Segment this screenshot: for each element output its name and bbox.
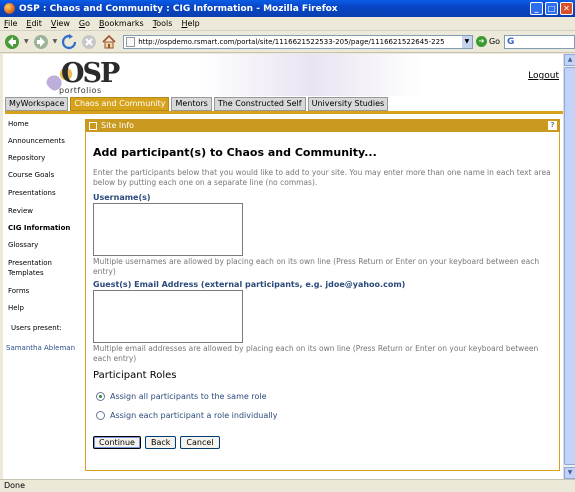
reset-icon[interactable] xyxy=(89,121,97,130)
logo-text: OSP xyxy=(61,58,120,89)
help-icon[interactable]: ? xyxy=(548,121,557,130)
tab-chaos-and-community[interactable]: Chaos and Community xyxy=(70,97,170,111)
menu-bookmarks[interactable]: Bookmarks xyxy=(99,19,144,28)
tab-underline xyxy=(5,111,563,114)
maximize-button[interactable]: □ xyxy=(545,2,558,15)
search-box[interactable]: G xyxy=(504,34,575,49)
tab-constructed-self[interactable]: The Constructed Self xyxy=(213,97,306,111)
site-tabs: MyWorkspace Chaos and Community Mentors … xyxy=(5,97,389,111)
tool-sidebar: Home Announcements Repository Course Goa… xyxy=(3,114,83,464)
back-history-icon[interactable]: ▼ xyxy=(24,38,29,45)
users-present-label: Users present: xyxy=(11,324,62,332)
cancel-button[interactable]: Cancel xyxy=(180,436,220,449)
page-icon xyxy=(126,36,136,47)
menu-file[interactable]: File xyxy=(4,19,17,28)
radio-same-role[interactable] xyxy=(96,392,105,401)
form-buttons: Continue Back Cancel xyxy=(93,436,220,449)
stop-icon[interactable] xyxy=(81,34,97,50)
back-icon[interactable] xyxy=(4,34,20,50)
site-header: OSP portfolios Logout xyxy=(3,54,563,96)
go-arrow-icon: ➜ xyxy=(475,36,487,47)
osp-logo: OSP portfolios xyxy=(45,58,140,96)
firefox-icon xyxy=(4,3,15,14)
role-option-same[interactable]: Assign all participants to the same role xyxy=(96,392,267,401)
usernames-textarea[interactable] xyxy=(93,203,243,256)
close-button[interactable]: ✕ xyxy=(560,2,573,15)
sidebar-item-course-goals[interactable]: Course Goals xyxy=(8,171,54,179)
continue-button[interactable]: Continue xyxy=(93,436,141,449)
present-user: Samantha Ableman xyxy=(6,344,76,352)
tab-mentors[interactable]: Mentors xyxy=(171,97,212,111)
menu-go[interactable]: Go xyxy=(79,19,90,28)
guest-email-textarea[interactable] xyxy=(93,290,243,343)
logout-link[interactable]: Logout xyxy=(528,71,559,81)
reload-icon[interactable] xyxy=(61,33,77,50)
window-titlebar: OSP : Chaos and Community : CIG Informat… xyxy=(0,0,575,17)
address-dropdown-icon[interactable]: ▼ xyxy=(461,35,472,48)
back-button[interactable]: Back xyxy=(144,436,177,449)
guest-email-label: Guest(s) Email Address (external partici… xyxy=(93,280,406,289)
vertical-scrollbar[interactable]: ▲ ▼ xyxy=(563,54,575,479)
web-page: OSP portfolios Logout MyWorkspace Chaos … xyxy=(3,54,569,479)
sidebar-item-templates[interactable]: Templates xyxy=(8,269,44,277)
home-icon[interactable] xyxy=(101,34,117,50)
sidebar-item-glossary[interactable]: Glossary xyxy=(8,241,38,249)
minimize-button[interactable]: _ xyxy=(530,2,543,15)
scroll-up-icon[interactable]: ▲ xyxy=(564,54,575,66)
sidebar-item-help[interactable]: Help xyxy=(8,304,24,312)
tab-university-studies[interactable]: University Studies xyxy=(307,97,389,111)
scroll-thumb[interactable] xyxy=(564,67,575,465)
scroll-down-icon[interactable]: ▼ xyxy=(564,467,575,479)
radio-individual-role[interactable] xyxy=(96,411,105,420)
forward-icon[interactable] xyxy=(33,34,49,50)
go-label: Go xyxy=(488,37,501,46)
address-url[interactable]: http://ospdemo.rsmart.com/portal/site/11… xyxy=(138,38,462,46)
forward-history-icon[interactable]: ▼ xyxy=(53,38,58,45)
sidebar-item-presentation[interactable]: Presentation xyxy=(8,259,52,267)
guest-email-note: Multiple email addresses are allowed by … xyxy=(93,344,539,363)
sidebar-item-review[interactable]: Review xyxy=(8,207,33,215)
role-option-same-label: Assign all participants to the same role xyxy=(110,392,267,401)
sidebar-item-home[interactable]: Home xyxy=(8,120,29,128)
address-bar[interactable]: http://ospdemo.rsmart.com/portal/site/11… xyxy=(123,34,473,49)
panel-title: Site Info xyxy=(101,121,135,130)
instructions-text: Enter the participants below that you wo… xyxy=(93,168,551,187)
window-title: OSP : Chaos and Community : CIG Informat… xyxy=(19,3,338,14)
menu-view[interactable]: View xyxy=(51,19,70,28)
tab-myworkspace[interactable]: MyWorkspace xyxy=(5,97,69,111)
panel-header: Site Info ? xyxy=(85,119,560,132)
go-button[interactable]: ➜ Go xyxy=(475,36,501,47)
menu-tools[interactable]: Tools xyxy=(153,19,173,28)
menubar: File Edit View Go Bookmarks Tools Help xyxy=(0,17,575,31)
sidebar-item-cig-information[interactable]: CIG Information xyxy=(8,224,70,232)
status-bar: Done xyxy=(0,479,575,492)
role-option-individual[interactable]: Assign each participant a role individua… xyxy=(96,411,277,420)
sidebar-item-announcements[interactable]: Announcements xyxy=(8,137,65,145)
usernames-label: Username(s) xyxy=(93,193,151,202)
usernames-note: Multiple usernames are allowed by placin… xyxy=(93,257,540,276)
sidebar-item-presentations[interactable]: Presentations xyxy=(8,189,56,197)
page-title: Add participant(s) to Chaos and Communit… xyxy=(93,146,377,159)
menu-edit[interactable]: Edit xyxy=(26,19,42,28)
menu-help[interactable]: Help xyxy=(181,19,199,28)
logo-subtitle: portfolios xyxy=(59,86,102,95)
google-icon: G xyxy=(507,36,515,47)
role-option-individual-label: Assign each participant a role individua… xyxy=(110,411,278,420)
sidebar-item-repository[interactable]: Repository xyxy=(8,154,45,162)
participant-roles-heading: Participant Roles xyxy=(93,370,177,381)
navigation-toolbar: ▼ ▼ http://ospdemo.rsmart.com/portal/sit… xyxy=(0,31,575,53)
sidebar-item-forms[interactable]: Forms xyxy=(8,287,29,295)
